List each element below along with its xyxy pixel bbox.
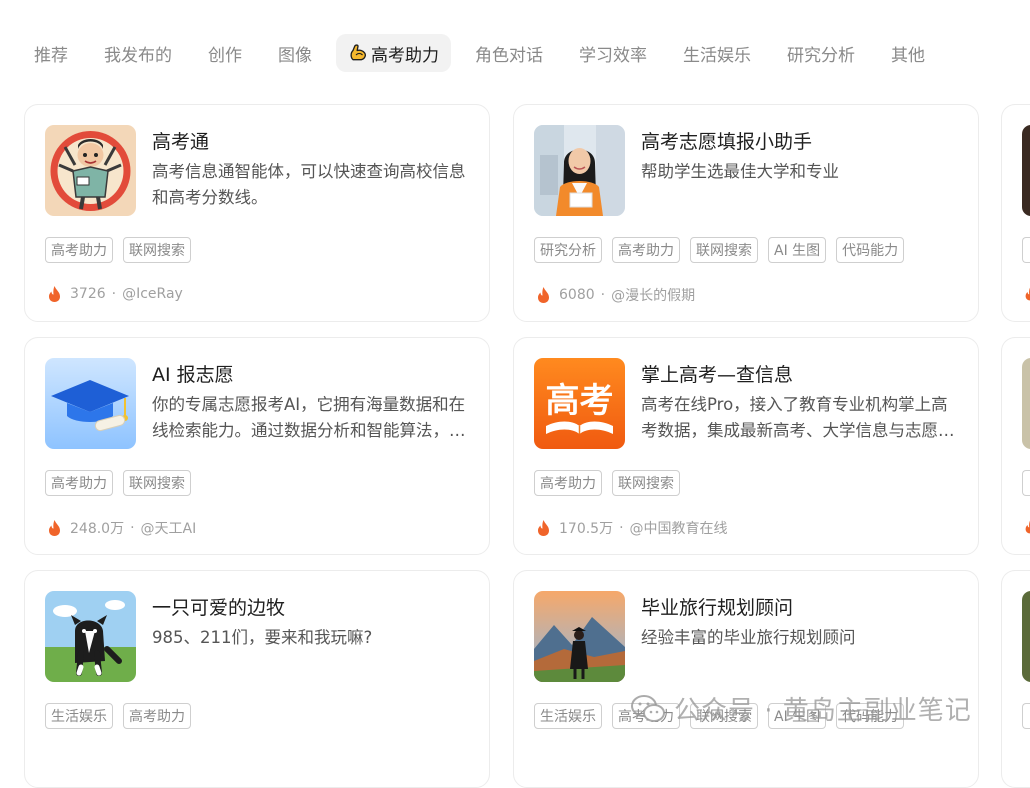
card-meta: 6080 · @漫长的假期 (536, 285, 695, 305)
fire-icon (538, 520, 549, 536)
fire-icon (1025, 287, 1030, 301)
card-description: 高考在线Pro，接入了教育专业机构掌上高考数据，集成最新高考、大学信息与志愿填报… (641, 395, 955, 440)
heat-count: 3726 (70, 286, 106, 302)
tag: AI 生图 (768, 703, 827, 729)
tag: 联网搜索 (690, 237, 758, 263)
heat-count: 6080 (559, 287, 595, 303)
tag-partial (1022, 237, 1030, 263)
agent-card-ai-volunteer[interactable]: AI 报志愿 你的专属志愿报考AI，它拥有海量数据和在线检索能力。通过数据分析和… (24, 337, 490, 555)
category-tabs: 推荐 我发布的 创作 图像 高考助力 角色对话 学习效率 生活娱乐 研究分析 其… (22, 34, 949, 72)
tag: 高考助力 (45, 237, 113, 263)
graduation-cap-avatar (45, 358, 136, 449)
tag: 代码能力 (836, 237, 905, 263)
card-meta: 248.0万 · @天工AI (47, 518, 196, 538)
tag: 高考助力 (534, 470, 602, 496)
border-collie-dog-avatar (45, 591, 136, 682)
cartoon-student-avatar (45, 125, 136, 216)
tag: 高考助力 (45, 470, 113, 496)
heat-count: 170.5万 (559, 521, 614, 537)
agent-card-partial[interactable] (1001, 337, 1030, 555)
agent-card-graduation-trip[interactable]: 毕业旅行规划顾问 经验丰富的毕业旅行规划顾问 生活娱乐 高考助力 联网搜索 AI… (513, 570, 979, 788)
agent-card-border-collie[interactable]: 一只可爱的边牧 985、211们，要来和我玩嘛? 生活娱乐 高考助力 (24, 570, 490, 788)
agent-card-partial[interactable] (1001, 104, 1030, 322)
traveler-landscape-avatar (534, 591, 625, 682)
author[interactable]: @天工AI (141, 518, 197, 538)
fire-icon (49, 286, 60, 302)
agent-card-partial[interactable] (1001, 570, 1030, 788)
tag: 高考助力 (123, 703, 191, 729)
gaokao-book-logo-avatar: 高考 (534, 358, 625, 449)
card-title: 高考通 (152, 131, 210, 153)
agent-card-volunteer-helper[interactable]: 高考志愿填报小助手 帮助学生选最佳大学和专业 研究分析 高考助力 联网搜索 AI… (513, 104, 979, 322)
tab-label: 高考助力 (371, 45, 439, 66)
tab-life-entertainment[interactable]: 生活娱乐 (671, 34, 763, 72)
card-tags: 高考助力 联网搜索 (45, 237, 201, 263)
author[interactable]: @中国教育在线 (630, 518, 728, 538)
tab-create[interactable]: 创作 (196, 34, 254, 72)
fire-icon (1025, 520, 1030, 534)
tab-gaokao-help[interactable]: 高考助力 (336, 34, 451, 72)
tag-partial (1022, 470, 1030, 496)
tag: 联网搜索 (612, 470, 680, 496)
card-description: 经验丰富的毕业旅行规划顾问 (641, 628, 856, 647)
card-title: AI 报志愿 (152, 364, 234, 386)
author[interactable]: @IceRay (122, 286, 183, 302)
author[interactable]: @漫长的假期 (611, 285, 695, 305)
card-description: 高考信息通智能体，可以快速查询高校信息和高考分数线。 (152, 162, 466, 207)
fire-icon (538, 287, 549, 303)
card-tags: 高考助力 联网搜索 (45, 470, 201, 496)
tag: 生活娱乐 (534, 703, 602, 729)
card-meta: 170.5万 · @中国教育在线 (536, 518, 728, 538)
tag: AI 生图 (768, 237, 827, 263)
tab-recommend[interactable]: 推荐 (22, 34, 80, 72)
card-title: 高考志愿填报小助手 (641, 131, 813, 153)
tag: 研究分析 (534, 237, 602, 263)
tag: 代码能力 (836, 703, 905, 729)
tag: 联网搜索 (690, 703, 758, 729)
card-tags: 高考助力 联网搜索 (534, 470, 690, 496)
card-title: 掌上高考—查信息 (641, 364, 794, 386)
logo-text: 高考 (546, 381, 614, 421)
tab-my-published[interactable]: 我发布的 (92, 34, 184, 72)
card-avatar-partial (1022, 125, 1030, 216)
separator: · (111, 286, 117, 302)
tab-research-analysis[interactable]: 研究分析 (775, 34, 867, 72)
agent-card-gaokaotong[interactable]: 高考通 高考信息通智能体，可以快速查询高校信息和高考分数线。 高考助力 联网搜索… (24, 104, 490, 322)
tab-role-chat[interactable]: 角色对话 (463, 34, 555, 72)
card-title: 毕业旅行规划顾问 (641, 597, 794, 619)
heat-count: 248.0万 (70, 521, 125, 537)
tag: 高考助力 (612, 703, 680, 729)
separator: · (619, 520, 624, 536)
student-girl-photo-avatar (534, 125, 625, 216)
card-tags: 研究分析 高考助力 联网搜索 AI 生图 代码能力 (534, 237, 914, 263)
tag: 生活娱乐 (45, 703, 113, 729)
tab-image[interactable]: 图像 (266, 34, 324, 72)
separator: · (600, 287, 606, 303)
tag-partial (1022, 703, 1030, 729)
tag: 高考助力 (612, 237, 680, 263)
card-avatar-partial (1022, 591, 1030, 682)
card-title: 一只可爱的边牧 (152, 597, 286, 619)
tab-other[interactable]: 其他 (879, 34, 937, 72)
card-description: 你的专属志愿报考AI，它拥有海量数据和在线检索能力。通过数据分析和智能算法，为你… (152, 395, 466, 440)
card-tags: 生活娱乐 高考助力 联网搜索 AI 生图 代码能力 (534, 703, 914, 729)
card-avatar-partial (1022, 358, 1030, 449)
card-description: 帮助学生选最佳大学和专业 (641, 162, 839, 181)
tab-study-efficiency[interactable]: 学习效率 (567, 34, 659, 72)
tag: 联网搜索 (123, 237, 191, 263)
agent-card-zhangshang-gaokao[interactable]: 高考 掌上高考—查信息 高考在线Pro，接入了教育专业机构掌上高考数据，集成最新… (513, 337, 979, 555)
tag: 联网搜索 (123, 470, 191, 496)
flexed-arm-icon (350, 44, 366, 61)
card-tags: 生活娱乐 高考助力 (45, 703, 201, 729)
separator: · (130, 520, 135, 536)
card-meta: 3726 · @IceRay (47, 285, 183, 303)
fire-icon (49, 520, 60, 536)
card-description: 985、211们，要来和我玩嘛? (152, 628, 373, 647)
